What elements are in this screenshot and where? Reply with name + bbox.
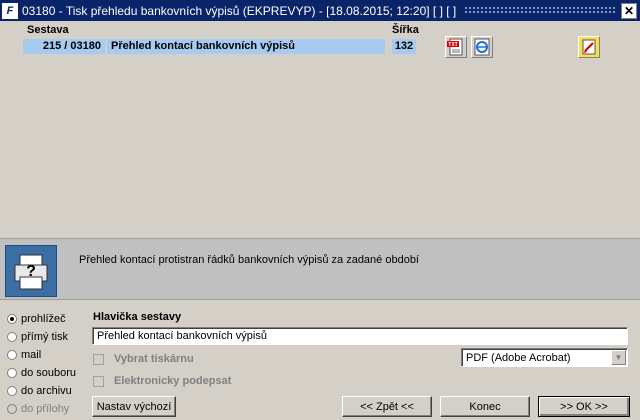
report-row-name[interactable]: Přehled kontací bankovních výpisů (107, 39, 385, 54)
radio-indicator (7, 404, 17, 414)
window-title: 03180 - Tisk přehledu bankovních výpisů … (22, 3, 457, 18)
report-row-width[interactable]: 132 (392, 39, 416, 54)
chevron-down-icon[interactable]: ▼ (611, 350, 626, 365)
output-radio-do-prilohy: do přílohy (7, 403, 69, 415)
report-header-input[interactable]: Přehled kontací bankovních výpisů (92, 327, 628, 345)
printer-select[interactable]: PDF (Adobe Acrobat) ▼ (461, 348, 628, 367)
txt-export-button[interactable]: TXT (445, 36, 467, 58)
radio-indicator[interactable] (7, 386, 17, 396)
edit-report-button[interactable] (578, 36, 600, 58)
svg-text:?: ? (26, 263, 36, 280)
output-radio-prohlizec[interactable]: prohlížeč (7, 313, 66, 325)
internet-explorer-icon (474, 38, 490, 56)
radio-indicator[interactable] (7, 332, 17, 342)
ok-button[interactable]: >> OK >> (538, 396, 630, 417)
output-radio-primy-tisk[interactable]: přímý tisk (7, 331, 68, 343)
select-printer-checkbox: Vybrat tiskárnu (93, 353, 194, 365)
header-section-label: Hlavička sestavy (93, 311, 182, 323)
back-button[interactable]: << Zpět << (342, 396, 432, 417)
radio-indicator[interactable] (7, 350, 17, 360)
app-icon: F (2, 2, 18, 19)
report-info-panel: ? Přehled kontací protistran řádků banko… (0, 238, 640, 300)
e-sign-checkbox: Elektronicky podepsat (93, 375, 231, 387)
report-row-id[interactable]: 215 / 03180 (23, 39, 105, 54)
output-settings: prohlížeč přímý tisk mail do souboru do … (0, 300, 640, 420)
browser-view-button[interactable] (471, 36, 493, 58)
column-header-sestava: Sestava (27, 24, 69, 36)
printer-help-icon: ? (5, 245, 57, 297)
output-radio-do-archivu[interactable]: do archivu (7, 385, 72, 397)
report-list-panel: Sestava Šířka 215 / 03180 Přehled kontac… (0, 21, 640, 238)
svg-text:TXT: TXT (448, 42, 457, 48)
output-radio-mail[interactable]: mail (7, 349, 41, 361)
set-defaults-button[interactable]: Nastav výchozí (92, 396, 176, 417)
radio-indicator[interactable] (7, 368, 17, 378)
column-header-sirka: Šířka (392, 24, 419, 36)
printer-select-value: PDF (Adobe Acrobat) (466, 351, 571, 364)
output-radio-do-souboru[interactable]: do souboru (7, 367, 76, 379)
title-bar: F 03180 - Tisk přehledu bankovních výpis… (0, 0, 640, 21)
radio-indicator[interactable] (7, 314, 17, 324)
txt-export-icon: TXT (447, 38, 463, 56)
close-button[interactable]: ✕ (621, 2, 637, 19)
report-description: Přehled kontací protistran řádků bankovn… (79, 254, 419, 266)
title-bar-grip (464, 6, 617, 15)
edit-report-icon (582, 39, 596, 55)
end-button[interactable]: Konec (440, 396, 530, 417)
